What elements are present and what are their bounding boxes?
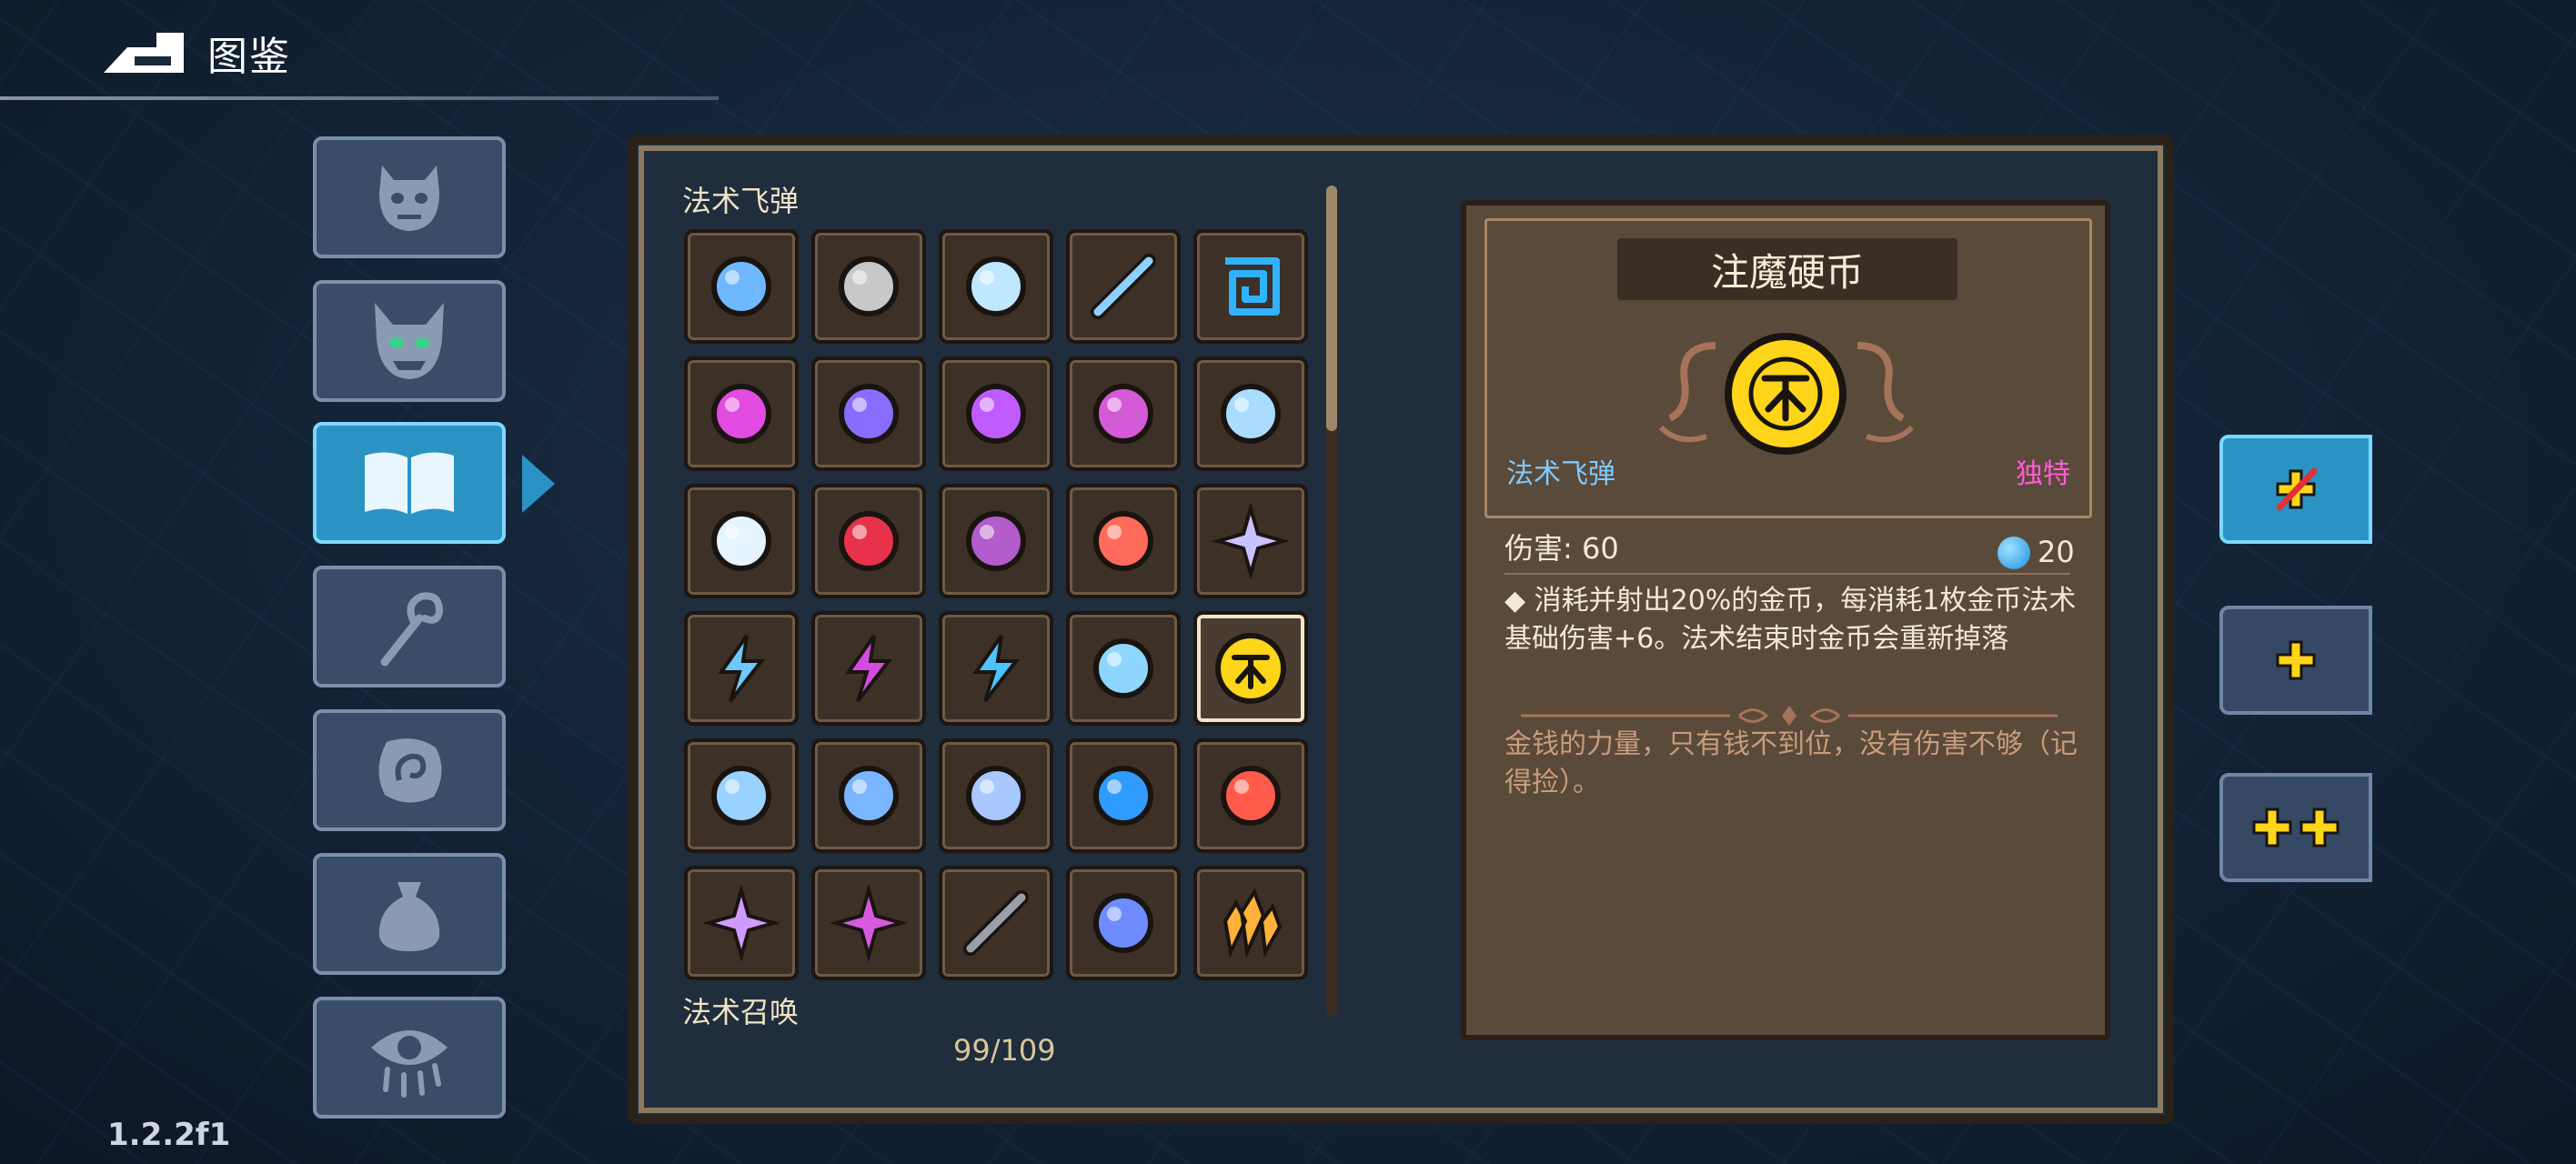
spell-cell[interactable] — [684, 356, 799, 471]
spell-cell[interactable] — [684, 738, 799, 853]
open-book-icon — [365, 452, 454, 514]
page-title: 图鉴 — [207, 34, 291, 80]
damage-stat: 伤害: 60 — [1504, 531, 1619, 566]
sidebar-item-runes[interactable] — [313, 709, 506, 831]
back-icon[interactable] — [100, 27, 191, 78]
spell-cell[interactable] — [684, 866, 799, 980]
spell-cell[interactable] — [939, 611, 1053, 726]
header-divider — [0, 96, 719, 100]
level-0-button[interactable] — [2219, 435, 2372, 544]
collection-count: 99/109 — [953, 1033, 1056, 1068]
sword-cross-icon — [966, 766, 1026, 826]
spell-description: ◆ 消耗并射出20%的金币，每消耗1枚金币法术基础伤害+6。法术结束时金币会重新… — [1504, 585, 2077, 655]
wind-slash-icon — [839, 766, 899, 826]
section-label-missiles: 法术飞弹 — [682, 184, 800, 218]
coin-icon — [1725, 333, 1846, 455]
ice-comet-icon — [711, 511, 771, 571]
spell-cell[interactable] — [1066, 484, 1181, 598]
lightning-bolt-icon — [718, 634, 766, 703]
active-indicator-arrow — [522, 455, 555, 513]
four-star-icon — [1213, 503, 1289, 579]
spell-cell[interactable] — [939, 229, 1053, 344]
eye-icon — [371, 1030, 448, 1098]
level-2-button[interactable] — [2219, 773, 2372, 882]
spell-cell[interactable] — [1066, 866, 1181, 980]
spiked-bomb-icon — [839, 511, 899, 571]
spell-cell[interactable] — [1193, 229, 1308, 344]
purple-flame-icon — [711, 384, 771, 444]
water-blob-icon — [1093, 766, 1153, 826]
spell-cell[interactable] — [684, 484, 799, 598]
spell-cell[interactable] — [684, 611, 799, 726]
spell-type-label: 法术飞弹 — [1506, 458, 1615, 490]
water-wave-icon — [1093, 638, 1153, 698]
pentagram-icon — [830, 885, 907, 961]
spell-cell[interactable] — [1066, 611, 1181, 726]
water-orb-icon — [711, 256, 771, 316]
ice-slash-icon — [711, 766, 771, 826]
spell-cell[interactable] — [811, 356, 926, 471]
arcane-orb-icon — [966, 384, 1026, 444]
spiral-square-icon — [1225, 257, 1280, 316]
twin-blade-icon — [1093, 384, 1153, 444]
spell-cell[interactable] — [939, 484, 1053, 598]
version-label: 1.2.2f1 — [107, 1117, 231, 1153]
spell-cell[interactable] — [811, 738, 926, 853]
spell-cell[interactable] — [811, 611, 926, 726]
sidebar-item-monsters[interactable] — [313, 136, 506, 258]
sidebar-item-spells[interactable] — [313, 422, 506, 544]
meteor-ring-icon — [1093, 893, 1153, 953]
crystal-rock-icon — [966, 511, 1026, 571]
demon-face-icon — [379, 166, 439, 231]
sidebar-item-bosses[interactable] — [313, 280, 506, 402]
grid-scrollbar-thumb[interactable] — [1326, 186, 1337, 431]
spell-cell[interactable] — [1193, 356, 1308, 471]
mana-cost: 20 — [2038, 535, 2075, 569]
sidebar-item-staffs[interactable] — [313, 566, 506, 687]
double-plus-icon — [2252, 808, 2340, 848]
mana-icon — [1997, 537, 2030, 569]
arrow-icon — [963, 890, 1029, 956]
spell-cell[interactable] — [1066, 229, 1181, 344]
pouch-icon — [378, 882, 440, 951]
butterfly-icon — [966, 256, 1026, 316]
flavor-text: 金钱的力量，只有钱不到位，没有伤害不够（记得捡）。 — [1504, 728, 2078, 798]
vortex-orb-icon — [839, 384, 899, 444]
horned-mask-icon — [375, 303, 444, 379]
item-name: 注魔硬币 — [1710, 250, 1864, 295]
rock-ball-icon — [839, 256, 899, 316]
spell-cell[interactable] — [1066, 356, 1181, 471]
no-upgrade-icon — [2276, 467, 2318, 511]
fire-burst-icon — [1221, 766, 1281, 826]
spell-cell[interactable] — [811, 484, 926, 598]
spell-cell[interactable] — [1193, 738, 1308, 853]
crystal-cluster-icon — [1223, 888, 1283, 959]
sidebar-item-curses[interactable] — [313, 997, 506, 1119]
spell-cell[interactable] — [1193, 611, 1308, 726]
spell-cell[interactable] — [939, 738, 1053, 853]
level-1-button[interactable] — [2219, 606, 2372, 715]
plus-icon — [2276, 640, 2316, 680]
sidebar-item-items[interactable] — [313, 853, 506, 975]
serpent-head-icon — [1221, 384, 1281, 444]
spell-cell[interactable] — [1193, 866, 1308, 980]
spell-cell[interactable] — [939, 866, 1053, 980]
section-label-summons: 法术召唤 — [682, 995, 800, 1029]
rune-stone-icon — [378, 738, 442, 803]
spell-cell[interactable] — [1193, 484, 1308, 598]
spell-cell[interactable] — [939, 356, 1053, 471]
thunder-circle-icon — [972, 634, 1021, 703]
rarity-label: 独特 — [2016, 458, 2070, 490]
spell-cell[interactable] — [811, 229, 926, 344]
magic-staff-icon — [380, 592, 444, 667]
coin-icon — [1215, 633, 1286, 704]
stat-divider — [1504, 573, 2070, 575]
spell-cell[interactable] — [1066, 738, 1181, 853]
star-shards-icon — [703, 885, 780, 961]
ice-spear-icon — [1091, 254, 1156, 319]
purple-lightning-icon — [845, 634, 893, 703]
rainbow-fan-icon — [1093, 511, 1153, 571]
spell-cell[interactable] — [684, 229, 799, 344]
spell-cell[interactable] — [811, 866, 926, 980]
